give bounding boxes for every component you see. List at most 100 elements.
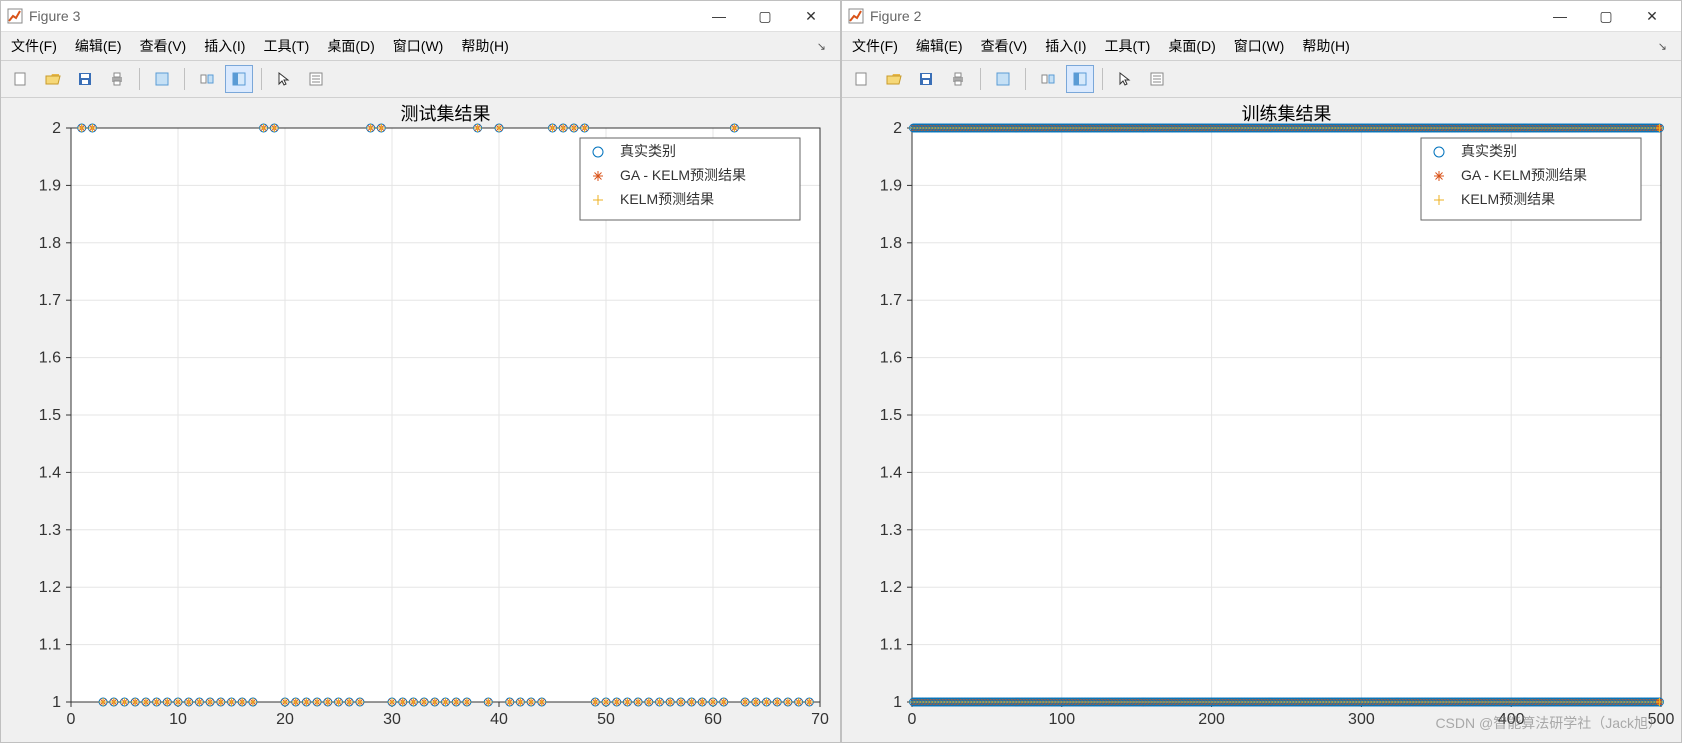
separator	[1025, 68, 1026, 90]
minimize-button[interactable]: —	[1537, 1, 1583, 31]
svg-text:400: 400	[1498, 711, 1525, 728]
minimize-button[interactable]: —	[696, 1, 742, 31]
link-axes-icon[interactable]	[193, 65, 221, 93]
save-icon[interactable]	[71, 65, 99, 93]
menu-insert[interactable]: 插入(I)	[204, 36, 245, 56]
svg-text:1.4: 1.4	[39, 464, 61, 481]
svg-text:1: 1	[52, 694, 61, 711]
plot-area[interactable]: 010020030040050011.11.21.31.41.51.61.71.…	[842, 98, 1681, 742]
toolbar	[1, 61, 840, 98]
svg-text:1.5: 1.5	[39, 407, 61, 424]
window-title: Figure 2	[870, 8, 921, 24]
dock-icon[interactable]	[225, 65, 253, 93]
svg-text:GA - KELM预测结果: GA - KELM预测结果	[620, 167, 746, 183]
separator	[139, 68, 140, 90]
menu-overflow-icon[interactable]: ↘	[817, 40, 826, 53]
matlab-icon	[7, 8, 23, 24]
svg-text:300: 300	[1348, 711, 1375, 728]
print-icon[interactable]	[103, 65, 131, 93]
titlebar[interactable]: Figure 3 — ▢ ✕	[1, 1, 840, 32]
svg-text:测试集结果: 测试集结果	[401, 104, 491, 124]
svg-text:1.6: 1.6	[39, 350, 61, 367]
new-icon[interactable]	[848, 65, 876, 93]
figure-window-2: Figure 2 — ▢ ✕ 文件(F) 编辑(E) 查看(V) 插入(I) 工…	[841, 0, 1682, 743]
svg-text:1.2: 1.2	[880, 579, 902, 596]
menu-edit[interactable]: 编辑(E)	[75, 36, 122, 56]
menu-desktop[interactable]: 桌面(D)	[1168, 36, 1215, 56]
svg-text:1.7: 1.7	[880, 292, 902, 309]
figure-window-3: Figure 3 — ▢ ✕ 文件(F) 编辑(E) 查看(V) 插入(I) 工…	[0, 0, 841, 743]
svg-text:0: 0	[908, 711, 917, 728]
menu-tools[interactable]: 工具(T)	[1104, 36, 1150, 56]
chart-test: 01020304050607011.11.21.31.41.51.61.71.8…	[1, 98, 840, 742]
svg-text:1: 1	[893, 694, 902, 711]
new-icon[interactable]	[7, 65, 35, 93]
svg-text:1.3: 1.3	[880, 522, 902, 539]
maximize-button[interactable]: ▢	[1583, 1, 1629, 31]
chart-train: 010020030040050011.11.21.31.41.51.61.71.…	[842, 98, 1681, 742]
menu-view[interactable]: 查看(V)	[140, 36, 187, 56]
menu-window[interactable]: 窗口(W)	[1234, 36, 1285, 56]
print-icon[interactable]	[944, 65, 972, 93]
svg-text:1.7: 1.7	[39, 292, 61, 309]
titlebar[interactable]: Figure 2 — ▢ ✕	[842, 1, 1681, 32]
inspect-icon[interactable]	[302, 65, 330, 93]
separator	[261, 68, 262, 90]
svg-text:1.2: 1.2	[39, 579, 61, 596]
menu-window[interactable]: 窗口(W)	[393, 36, 444, 56]
open-icon[interactable]	[39, 65, 67, 93]
plot-area[interactable]: 01020304050607011.11.21.31.41.51.61.71.8…	[1, 98, 840, 742]
maximize-button[interactable]: ▢	[742, 1, 788, 31]
svg-text:训练集结果: 训练集结果	[1242, 104, 1332, 124]
menubar: 文件(F) 编辑(E) 查看(V) 插入(I) 工具(T) 桌面(D) 窗口(W…	[1, 32, 840, 61]
svg-text:200: 200	[1198, 711, 1225, 728]
svg-text:KELM预测结果: KELM预测结果	[620, 191, 714, 207]
window-title: Figure 3	[29, 8, 80, 24]
svg-text:2: 2	[52, 120, 61, 137]
svg-text:30: 30	[383, 711, 401, 728]
close-button[interactable]: ✕	[1629, 1, 1675, 31]
menu-tools[interactable]: 工具(T)	[263, 36, 309, 56]
svg-text:1.8: 1.8	[880, 235, 902, 252]
close-button[interactable]: ✕	[788, 1, 834, 31]
svg-text:1.3: 1.3	[39, 522, 61, 539]
menu-desktop[interactable]: 桌面(D)	[327, 36, 374, 56]
svg-text:20: 20	[276, 711, 294, 728]
svg-text:50: 50	[597, 711, 615, 728]
toolbar	[842, 61, 1681, 98]
menu-view[interactable]: 查看(V)	[981, 36, 1028, 56]
dock-icon[interactable]	[1066, 65, 1094, 93]
figure-palette-icon[interactable]	[989, 65, 1017, 93]
menu-help[interactable]: 帮助(H)	[461, 36, 508, 56]
inspect-icon[interactable]	[1143, 65, 1171, 93]
svg-text:1.8: 1.8	[39, 235, 61, 252]
svg-text:1.1: 1.1	[39, 637, 61, 654]
save-icon[interactable]	[912, 65, 940, 93]
figure-palette-icon[interactable]	[148, 65, 176, 93]
svg-text:1.1: 1.1	[880, 637, 902, 654]
menu-file[interactable]: 文件(F)	[852, 36, 898, 56]
pointer-icon[interactable]	[1111, 65, 1139, 93]
menu-insert[interactable]: 插入(I)	[1045, 36, 1086, 56]
separator	[1102, 68, 1103, 90]
link-axes-icon[interactable]	[1034, 65, 1062, 93]
separator	[184, 68, 185, 90]
svg-text:70: 70	[811, 711, 829, 728]
menu-edit[interactable]: 编辑(E)	[916, 36, 963, 56]
menu-overflow-icon[interactable]: ↘	[1658, 40, 1667, 53]
open-icon[interactable]	[880, 65, 908, 93]
menubar: 文件(F) 编辑(E) 查看(V) 插入(I) 工具(T) 桌面(D) 窗口(W…	[842, 32, 1681, 61]
svg-text:10: 10	[169, 711, 187, 728]
svg-text:1.6: 1.6	[880, 350, 902, 367]
svg-text:1.5: 1.5	[880, 407, 902, 424]
svg-text:100: 100	[1048, 711, 1075, 728]
svg-text:真实类别: 真实类别	[620, 143, 676, 159]
menu-help[interactable]: 帮助(H)	[1302, 36, 1349, 56]
separator	[980, 68, 981, 90]
svg-text:2: 2	[893, 120, 902, 137]
pointer-icon[interactable]	[270, 65, 298, 93]
menu-file[interactable]: 文件(F)	[11, 36, 57, 56]
svg-text:1.9: 1.9	[39, 177, 61, 194]
svg-text:0: 0	[67, 711, 76, 728]
svg-text:1.9: 1.9	[880, 177, 902, 194]
